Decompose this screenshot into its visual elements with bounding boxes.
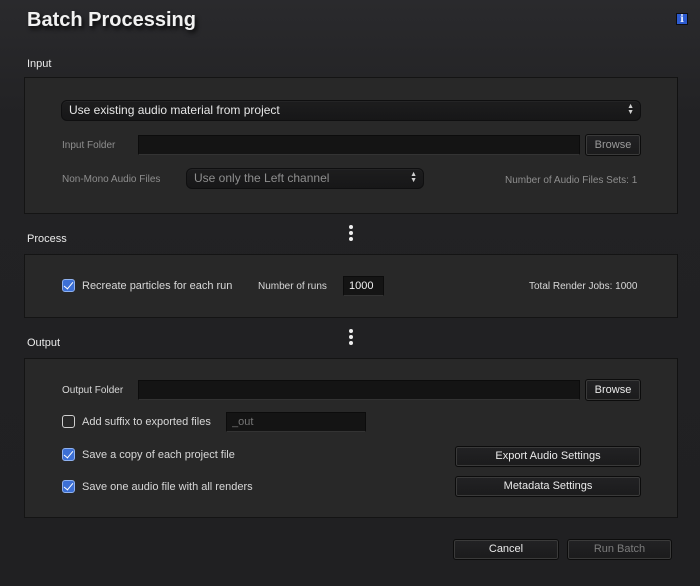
- info-icon[interactable]: i: [676, 13, 688, 25]
- run-batch-button[interactable]: Run Batch: [567, 539, 672, 560]
- output-folder-label: Output Folder: [62, 385, 124, 396]
- non-mono-value: Use only the Left channel: [194, 171, 330, 185]
- select-arrows-icon: ▲ ▼: [627, 103, 634, 116]
- save-one-audio-checkbox[interactable]: [62, 480, 75, 493]
- output-more-icon[interactable]: [349, 329, 353, 347]
- export-audio-settings-button[interactable]: Export Audio Settings: [455, 446, 641, 467]
- save-one-audio-label: Save one audio file with all renders: [82, 481, 253, 493]
- input-browse-button[interactable]: Browse: [585, 134, 641, 156]
- process-section-label: Process: [27, 233, 67, 245]
- input-section-label: Input: [27, 58, 52, 70]
- number-of-runs-input[interactable]: 1000: [343, 276, 384, 296]
- save-copy-checkbox[interactable]: [62, 448, 75, 461]
- input-source-select[interactable]: Use existing audio material from project…: [61, 100, 641, 121]
- output-folder-field[interactable]: [138, 380, 580, 400]
- save-copy-label: Save a copy of each project file: [82, 449, 235, 461]
- input-source-value: Use existing audio material from project: [69, 103, 280, 117]
- metadata-settings-button[interactable]: Metadata Settings: [455, 476, 641, 497]
- select-arrows-icon: ▲ ▼: [410, 171, 417, 184]
- add-suffix-checkbox[interactable]: [62, 415, 75, 428]
- suffix-input[interactable]: [226, 412, 366, 432]
- cancel-button[interactable]: Cancel: [453, 539, 559, 560]
- dialog-title: Batch Processing: [27, 9, 196, 31]
- input-folder-field[interactable]: [138, 135, 580, 155]
- process-more-icon[interactable]: [349, 225, 353, 243]
- output-section-label: Output: [27, 337, 61, 349]
- output-browse-button[interactable]: Browse: [585, 379, 641, 401]
- recreate-particles-label: Recreate particles for each run: [82, 280, 233, 292]
- recreate-particles-checkbox[interactable]: [62, 279, 75, 292]
- non-mono-select[interactable]: Use only the Left channel ▲ ▼: [186, 168, 424, 189]
- total-render-jobs: Total Render Jobs: 1000: [529, 281, 638, 292]
- add-suffix-label: Add suffix to exported files: [82, 416, 211, 428]
- number-of-runs-label: Number of runs: [258, 281, 327, 292]
- non-mono-label: Non-Mono Audio Files: [62, 174, 161, 185]
- file-sets-count: Number of Audio Files Sets: 1: [505, 175, 638, 186]
- input-folder-label: Input Folder: [62, 140, 116, 151]
